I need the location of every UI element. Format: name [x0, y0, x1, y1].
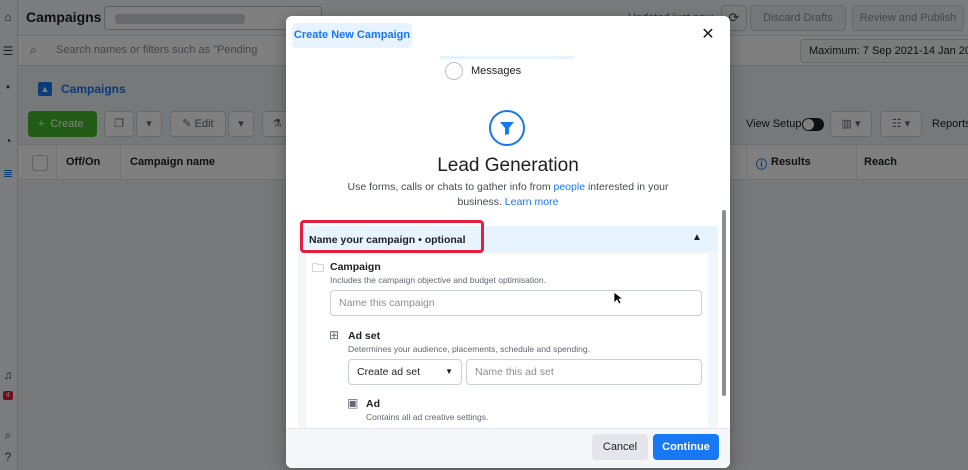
modal-footer: Cancel Continue [286, 428, 730, 468]
objective-desc-part1: Use forms, calls or chats to gather info… [347, 181, 554, 193]
ad-row-title: Ad [366, 398, 380, 410]
mouse-cursor-icon [613, 291, 625, 305]
messages-radio[interactable] [445, 62, 463, 80]
adset-name-input[interactable]: Name this ad set [466, 359, 702, 385]
name-campaign-section: Name your campaign • optional ▲ 🗀 Campai… [298, 220, 718, 428]
name-section-body: 🗀 Campaign Includes the campaign objecti… [306, 254, 708, 428]
learn-more-link[interactable]: Learn more [505, 196, 559, 208]
selected-objective-card-edge [439, 56, 575, 59]
modal-scrollbar[interactable] [722, 210, 726, 420]
messages-option-label: Messages [471, 65, 522, 77]
cancel-button[interactable]: Cancel [592, 434, 648, 460]
adset-mode-value: Create ad set [357, 366, 421, 378]
create-campaign-modal: Create New Campaign ✕ Messages Lead Gene… [286, 16, 730, 468]
highlight-annotation [300, 220, 484, 253]
folder-icon: 🗀 [312, 261, 325, 275]
campaign-row-desc: Includes the campaign objective and budg… [330, 275, 546, 285]
ad-row-desc: Contains all ad creative settings. [366, 412, 489, 422]
campaign-row-title: Campaign [330, 261, 381, 273]
grid-icon: ⊞ [329, 328, 340, 342]
adset-name-placeholder: Name this ad set [475, 366, 554, 378]
close-icon[interactable]: ✕ [699, 26, 717, 44]
campaign-name-placeholder: Name this campaign [339, 297, 435, 309]
adset-mode-select[interactable]: Create ad set ▼ [348, 359, 462, 385]
objective-description: Use forms, calls or chats to gather info… [341, 180, 675, 210]
scrollbar-thumb[interactable] [722, 210, 726, 396]
funnel-icon [489, 110, 525, 146]
modal-header: Create New Campaign ✕ [286, 16, 730, 56]
people-link[interactable]: people [554, 181, 586, 193]
adset-row-title: Ad set [348, 330, 381, 342]
objective-title: Lead Generation [437, 155, 579, 176]
modal-scroll-area[interactable]: Messages Lead Generation Use forms, call… [286, 56, 730, 428]
chevron-up-icon[interactable]: ▲ [692, 232, 702, 243]
campaign-name-input[interactable]: Name this campaign [330, 290, 702, 316]
ad-icon: ▣ [347, 396, 359, 410]
tab-create-new-campaign[interactable]: Create New Campaign [292, 23, 412, 48]
continue-button[interactable]: Continue [653, 434, 719, 460]
caret-down-icon: ▼ [445, 367, 453, 376]
adset-row-desc: Determines your audience, placements, sc… [348, 344, 590, 354]
